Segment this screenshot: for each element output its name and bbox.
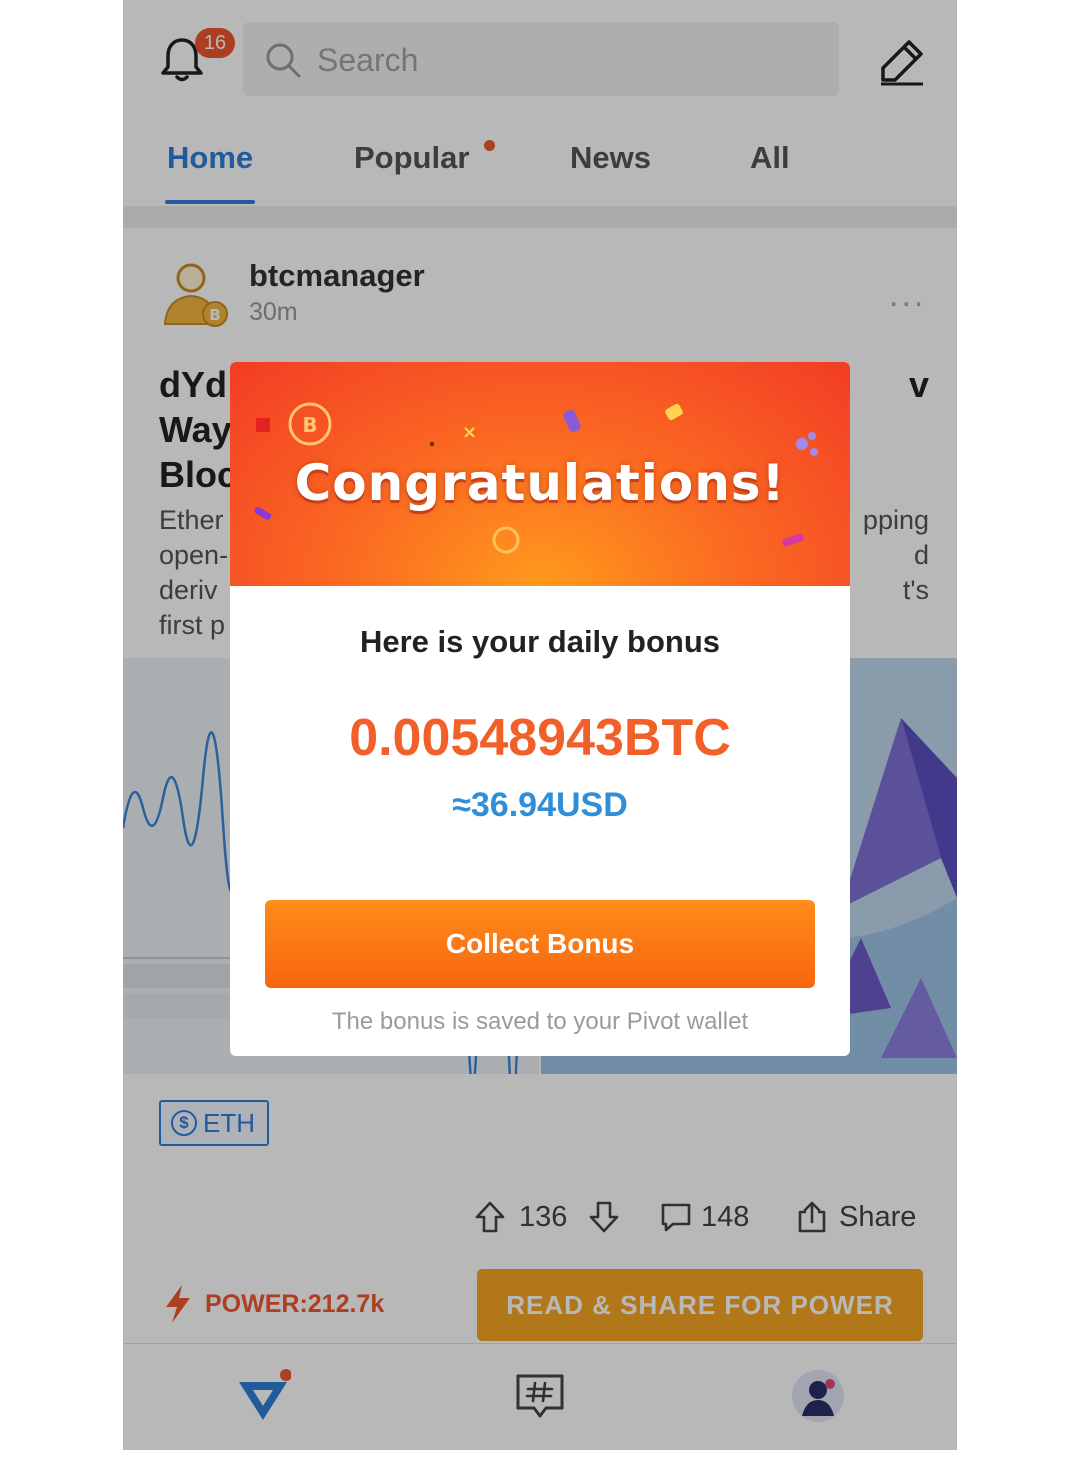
btc-bonus-amount: 0.00548943BTC xyxy=(349,709,731,767)
daily-bonus-dialog: B × Congratulations! Here is your daily … xyxy=(230,362,850,1056)
congratulations-heading: Congratulations! xyxy=(294,454,786,512)
dialog-banner: B × Congratulations! xyxy=(230,362,850,586)
svg-text:×: × xyxy=(462,422,477,443)
svg-text:B: B xyxy=(302,413,317,437)
bonus-subtitle: Here is your daily bonus xyxy=(359,624,721,659)
collect-bonus-button[interactable]: Collect Bonus xyxy=(265,900,815,988)
wallet-note: The bonus is saved to your Pivot wallet xyxy=(331,1008,749,1035)
app-screen: 16 Search Home Popular News All B btcman… xyxy=(123,0,957,1450)
usd-bonus-amount: ≈36.94USD xyxy=(452,786,628,824)
